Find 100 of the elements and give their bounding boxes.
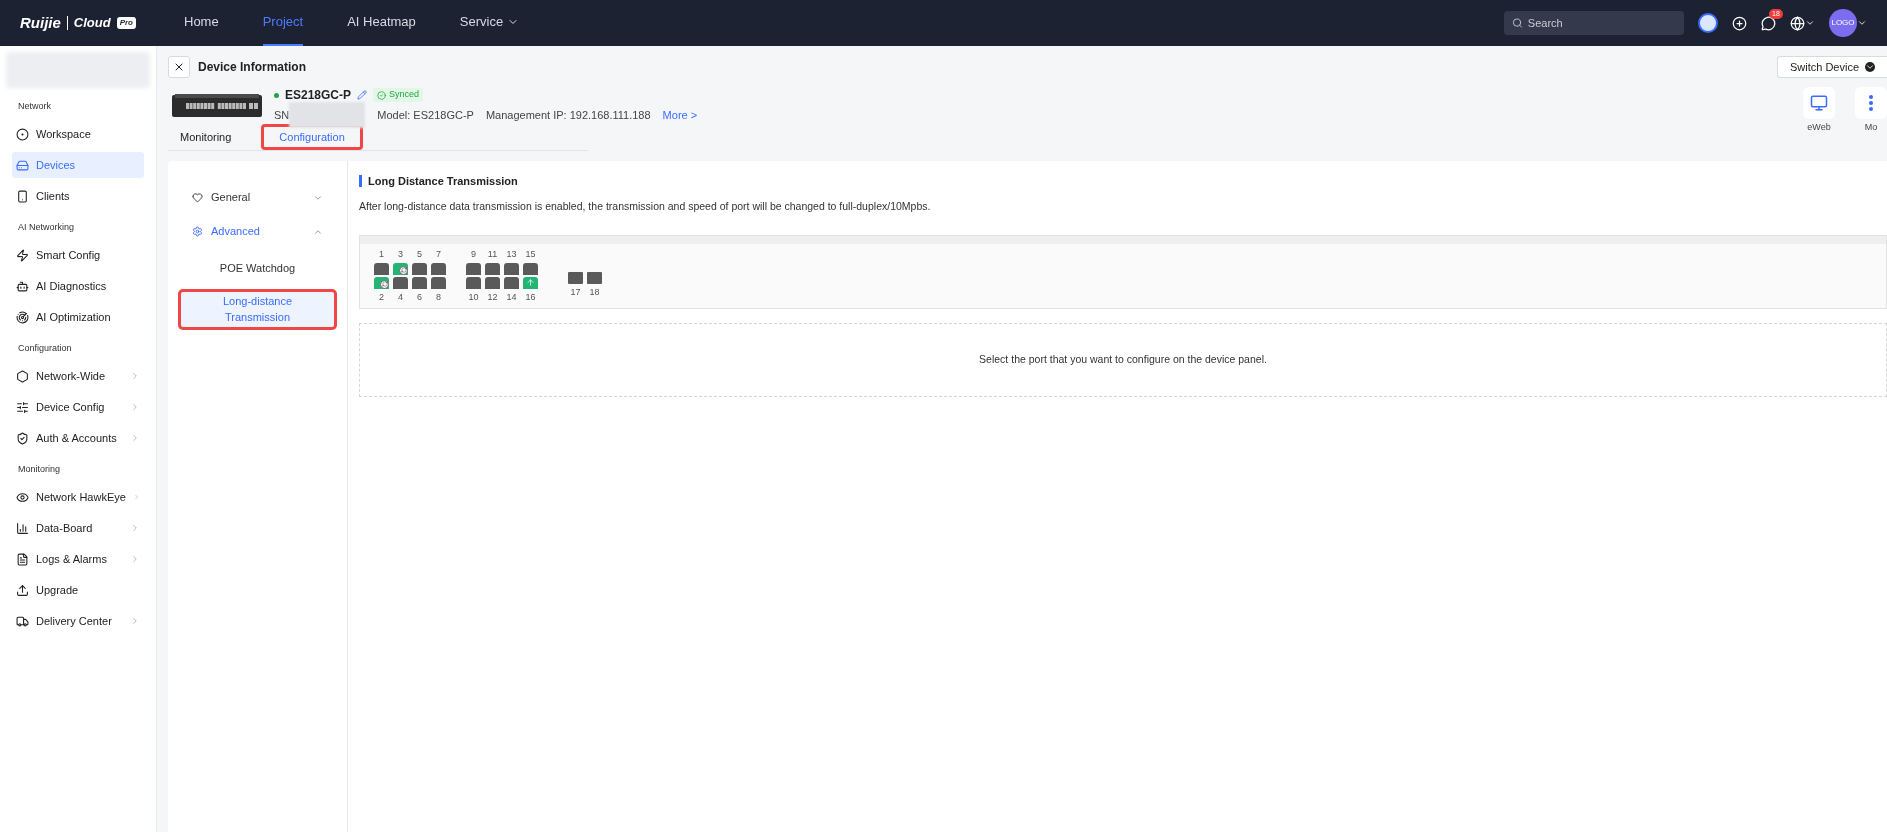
nav-tab[interactable]: Service [459,0,520,46]
port[interactable] [374,262,389,275]
port-number: 5 [417,249,422,259]
sliders-icon [16,400,29,414]
section-heading: Network [17,100,52,114]
quick-action-button[interactable] [1855,87,1887,119]
description-text: After long-distance data transmission is enabled, the transmission and speed of port will be changed to full-duplex/10Mpbs. [359,199,932,214]
sidebar-item[interactable]: Auth & Accounts [12,425,144,451]
port[interactable] [466,276,481,289]
nav-tab[interactable]: Project [262,0,304,46]
bolt-icon [16,248,29,262]
port[interactable] [431,262,446,275]
caret-icon[interactable] [1857,18,1867,28]
status-tag: Synced [373,88,424,102]
sidebar-item[interactable]: Upgrade [12,577,144,603]
phone-icon [16,189,29,203]
robot-avatar-icon[interactable] [1698,13,1718,33]
chevron-icon [130,616,140,626]
serial-label: SN [274,108,290,123]
shield-icon [16,431,29,445]
sidebar-item[interactable]: Logs & Alarms [12,546,144,572]
port[interactable] [374,276,389,289]
sidebar-item[interactable]: Delivery Center [12,608,144,634]
section-title: Long Distance Transmission [368,173,518,189]
port-number: 9 [471,249,476,259]
port-number: 4 [398,292,403,302]
port-number: 17 [570,288,581,298]
avatar[interactable]: LOGO [1829,9,1857,37]
add-icon[interactable] [1732,15,1747,31]
close-button[interactable] [168,56,190,78]
chevron-icon [130,554,140,564]
switch-device-button[interactable]: Switch Device [1776,56,1887,78]
quick-action-button[interactable] [1803,87,1835,119]
chevron-icon [130,523,140,533]
tab[interactable]: Monitoring [168,124,244,150]
port[interactable] [485,262,500,275]
sidebar-item[interactable]: Network HawkEye [12,484,144,510]
port-number: 12 [487,292,498,302]
port-number: 14 [506,292,517,302]
menu-item[interactable]: Long-distance Transmission [178,288,337,330]
close-icon [173,61,185,73]
port[interactable] [393,276,408,289]
nav-tab[interactable]: AI Heatmap [347,0,416,46]
port[interactable] [393,262,408,275]
sidebar-item[interactable]: Devices [12,152,144,178]
sidebar-item[interactable]: Data-Board [12,515,144,541]
port-number: 18 [589,288,600,298]
port-number: 10 [468,292,479,302]
port-number: 8 [436,292,441,302]
port-number: 15 [525,249,536,259]
dots-icon [1869,95,1873,111]
search-field[interactable]: Search [1504,11,1684,35]
message-icon[interactable] [1761,15,1776,31]
tab[interactable]: Configuration [261,124,363,150]
port[interactable] [504,276,519,289]
page-title: Device Information [198,59,307,76]
port[interactable] [412,262,427,275]
port-number: 1 [379,249,384,259]
chart-icon [16,521,29,535]
nav-tab[interactable]: Home [184,0,219,46]
globe-icon[interactable] [1790,15,1805,31]
radar-icon [16,310,29,324]
menu-item[interactable]: POE Watchdog [178,251,337,286]
sidebar-item[interactable]: Device Config [12,394,144,420]
port[interactable] [431,276,446,289]
upload-icon [16,583,29,597]
sidebar-item[interactable]: Network-Wide [12,363,144,389]
quick-action-label: Mo [1864,121,1878,134]
port[interactable] [587,272,602,285]
model-text: Model: ES218GC-P [377,108,474,123]
menu-group[interactable]: Advanced [178,214,337,249]
port[interactable] [523,262,538,275]
sidebar-item[interactable]: Workspace [12,121,144,147]
port-number: 3 [398,249,403,259]
robot-icon [16,279,29,293]
port-number: 6 [417,292,422,302]
port[interactable] [412,276,427,289]
drive-icon [16,158,29,172]
port-number: 13 [506,249,517,259]
port[interactable] [568,272,583,285]
chevron-icon [132,492,140,502]
port-number: 7 [436,249,441,259]
port[interactable] [466,262,481,275]
pro-badge: Pro [116,17,136,29]
port[interactable] [485,276,500,289]
sidebar-item[interactable]: AI Diagnostics [12,273,144,299]
menu-group[interactable]: General [178,180,337,215]
search-input[interactable]: Search [1527,14,1676,32]
sidebar-item[interactable]: Clients [12,183,144,209]
loop-icon [399,265,408,275]
caret-icon[interactable] [1805,18,1815,28]
hint-text: Select the port that you want to configure on the device panel. [979,351,1267,367]
caret-icon [1865,62,1875,72]
sidebar-item[interactable]: Smart Config [12,242,144,268]
more-link[interactable]: More > [662,107,698,124]
sidebar-item[interactable]: AI Optimization [12,304,144,330]
loop-icon [380,279,389,289]
port[interactable] [504,262,519,275]
check-icon [377,90,387,100]
port-number: 16 [525,292,536,302]
